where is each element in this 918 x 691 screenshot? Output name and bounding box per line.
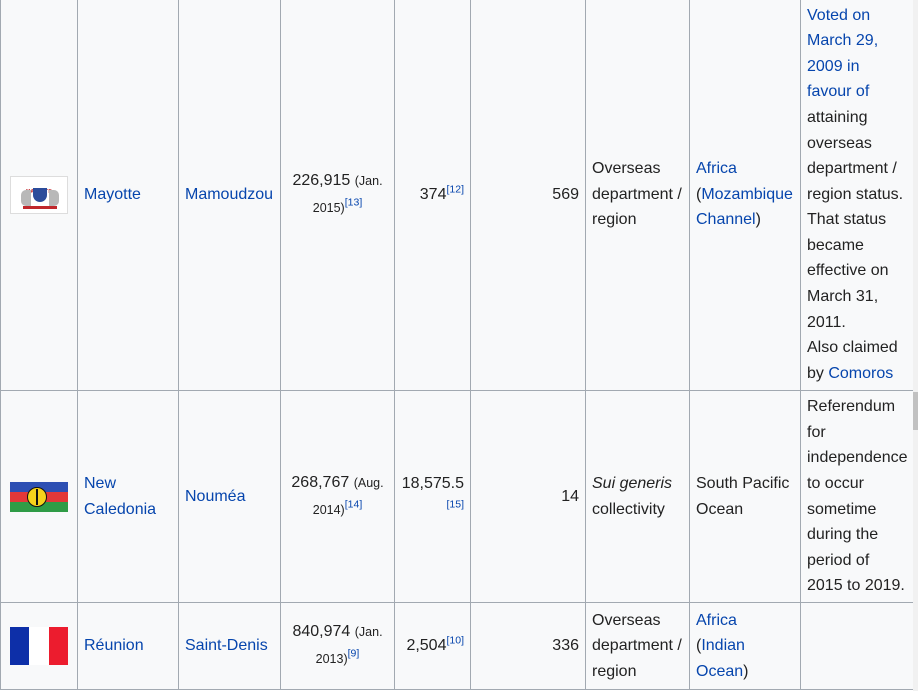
table-row: Réunion Saint-Denis 840,974 (Jan. 2013)[… [0,602,914,690]
notes-link-comoros[interactable]: Comoros [828,365,893,382]
status-line: region [592,211,637,229]
capital-link-noumea[interactable]: Nouméa [185,488,245,505]
notes-cell [800,602,914,690]
status-line: Overseas department / [592,611,682,655]
new-caledonia-flag-icon[interactable] [10,481,68,512]
scrollbar-thumb[interactable] [913,392,918,430]
location-link-africa[interactable]: Africa [696,160,737,177]
density-cell: 336 [470,602,586,690]
territories-table: MAYOTTE Mayotte Mamoudzou 226,915 (Jan. … [0,0,914,690]
area-cell: 374[12] [394,0,471,391]
territory-link-mayotte[interactable]: Mayotte [84,186,141,203]
population-cell: 268,767 (Aug. 2014)[14] [280,390,395,603]
capital-link-mamoudzou[interactable]: Mamoudzou [185,186,273,203]
territory-link-reunion[interactable]: Réunion [84,637,144,654]
notes-cell: Referendum for independence to occur som… [800,390,914,603]
reference-link[interactable]: [13] [345,196,363,208]
area-cell: 18,575.5 [15] [394,390,471,603]
population-value: 226,915 [292,171,351,189]
status-line: Overseas department / [592,160,682,203]
capital-cell: Nouméa [178,390,281,603]
density-cell: 14 [470,390,586,603]
area-value: 374 [419,185,447,203]
flag-cell [0,390,78,603]
notes-text: attaining overseas department / region s… [807,108,904,331]
location-link-africa[interactable]: Africa [696,612,737,629]
territory-name-cell: Mayotte [77,0,179,391]
territory-name-cell: Réunion [77,602,179,690]
territory-link-new-caledonia[interactable]: New Caledonia [84,475,156,518]
mayotte-flag-icon[interactable]: MAYOTTE [10,175,68,214]
status-cell: Overseas department / region [585,0,690,391]
flag-cell: MAYOTTE [0,0,78,391]
reference-link[interactable]: [12] [446,183,464,195]
area-value: 2,504 [406,637,447,655]
location-cell: Africa (Indian Ocean) [689,602,801,690]
reference-link[interactable]: [15] [446,498,464,510]
capital-link-saint-denis[interactable]: Saint-Denis [185,637,268,654]
location-link-mozambique-channel[interactable]: Mozambique Channel [696,186,793,229]
reference-link[interactable]: [9] [348,648,360,660]
notes-cell: Voted on March 29, 2009 in favour of att… [800,0,914,391]
population-cell: 226,915 (Jan. 2015)[13] [280,0,395,391]
area-cell: 2,504[10] [394,602,471,690]
location-cell: South Pacific Ocean [689,390,801,603]
status-cell: Overseas department / region [585,602,690,690]
france-flag-icon[interactable] [10,627,68,665]
paren-close: ) [743,662,749,680]
notes-link-2009-vote[interactable]: Voted on March 29, 2009 in favour of [807,7,878,101]
table-row: MAYOTTE Mayotte Mamoudzou 226,915 (Jan. … [0,0,914,391]
status-line: region [592,662,637,680]
population-value: 840,974 [292,623,351,641]
location-cell: Africa (Mozambique Channel) [689,0,801,391]
vertical-scrollbar[interactable] [913,0,918,691]
status-italic: Sui generis [592,474,673,492]
population-cell: 840,974 (Jan. 2013)[9] [280,602,395,690]
flag-cell [0,602,78,690]
table-row: New Caledonia Nouméa 268,767 (Aug. 2014)… [0,390,914,603]
status-cell: Sui generis collectivity [585,390,690,603]
reference-link[interactable]: [10] [446,635,464,647]
reference-link[interactable]: [14] [345,498,363,510]
density-cell: 569 [470,0,586,391]
capital-cell: Saint-Denis [178,602,281,690]
paren-close: ) [755,211,761,229]
status-line: collectivity [592,500,665,518]
area-value: 18,575.5 [401,474,464,492]
territory-name-cell: New Caledonia [77,390,179,603]
location-link-indian-ocean[interactable]: Indian Ocean [696,637,745,680]
population-value: 268,767 [291,473,350,491]
capital-cell: Mamoudzou [178,0,281,391]
